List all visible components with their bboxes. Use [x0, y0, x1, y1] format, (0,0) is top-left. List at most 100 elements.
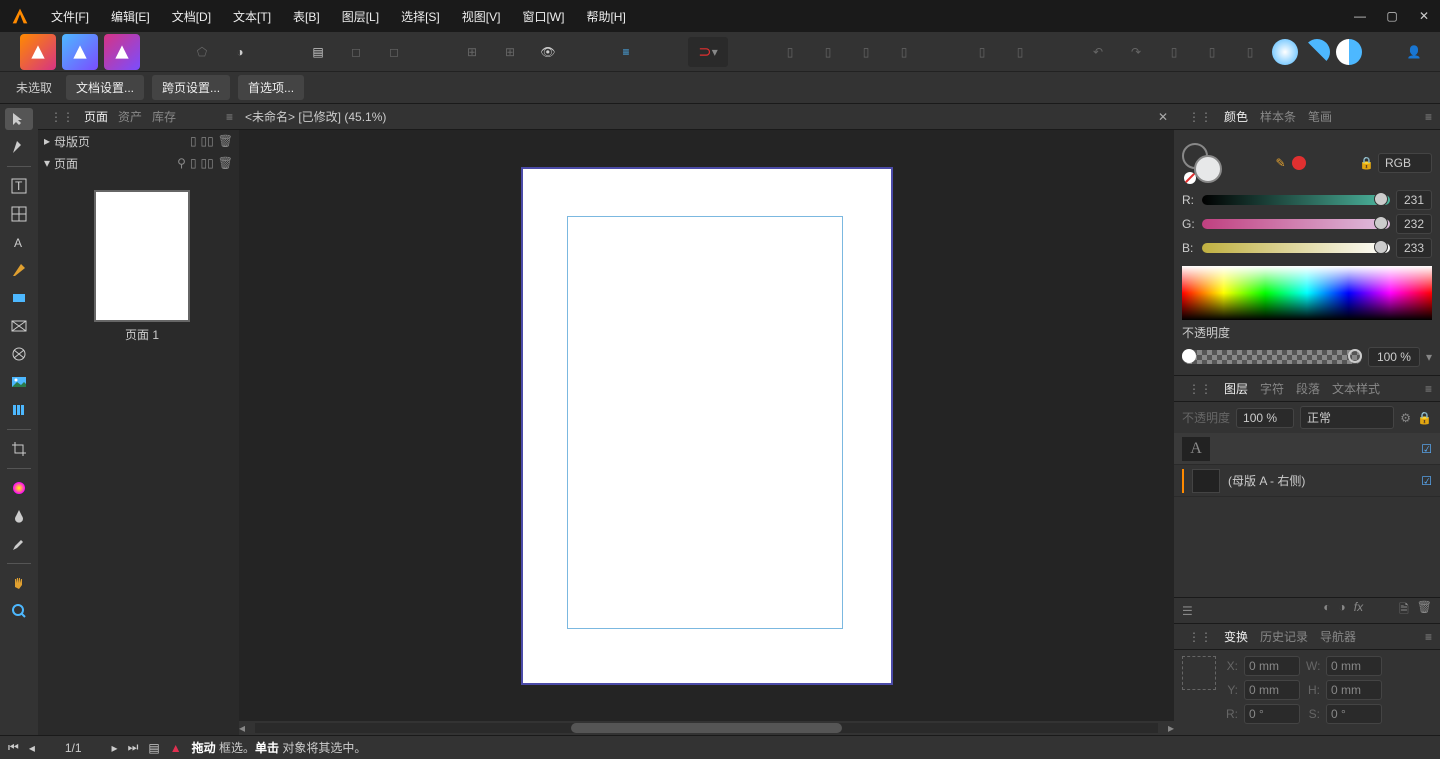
tab-character[interactable]: 字符: [1260, 380, 1284, 397]
tab-assets[interactable]: 资产: [118, 108, 142, 125]
tb-shape-icon[interactable]: ◻: [378, 37, 410, 67]
tb-preview-icon[interactable]: 👁: [532, 37, 564, 67]
visibility-checkbox[interactable]: ☑: [1421, 474, 1432, 488]
crop-tool[interactable]: [5, 438, 33, 460]
master-pages-row[interactable]: ▸ 母版页 ▯ ▯▯ 🗑: [38, 130, 239, 152]
panel-grip-icon[interactable]: ⋮⋮: [50, 110, 74, 124]
tab-transform[interactable]: 变换: [1224, 628, 1248, 645]
color-mode-select[interactable]: RGB: [1378, 153, 1432, 173]
delete-layer-icon[interactable]: 🗑: [1417, 600, 1432, 621]
layer-opacity-select[interactable]: 100 %: [1236, 408, 1294, 428]
tab-swatches[interactable]: 样本条: [1260, 108, 1296, 125]
persona-designer-icon[interactable]: [62, 34, 98, 70]
layers-icon[interactable]: ☰: [1182, 604, 1193, 618]
adjust-icon[interactable]: ◑: [1339, 600, 1346, 621]
add-layer-icon[interactable]: 🗎: [1399, 600, 1409, 621]
artistic-text-tool[interactable]: A: [5, 231, 33, 253]
tb-forward-icon[interactable]: ▯: [850, 37, 882, 67]
panel-grip-icon[interactable]: ⋮⋮: [1188, 110, 1212, 124]
opacity-slider[interactable]: [1182, 350, 1362, 364]
transparency-tool[interactable]: [5, 505, 33, 527]
menu-window[interactable]: 窗口[W]: [511, 0, 575, 32]
tb-rotate-l-icon[interactable]: ↶: [1082, 37, 1114, 67]
page-1-thumbnail[interactable]: [94, 190, 190, 322]
blend-mode-select[interactable]: 正常: [1300, 406, 1394, 429]
tb-lock-icon[interactable]: ⊞: [494, 37, 526, 67]
menu-help[interactable]: 帮助[H]: [575, 0, 636, 32]
anchor-selector[interactable]: [1182, 656, 1216, 690]
tb-snap-toggle[interactable]: ⊃▾: [688, 37, 728, 67]
single-page-icon[interactable]: ▯: [190, 156, 197, 170]
hue-spectrum[interactable]: [1182, 266, 1432, 320]
swatch-2-icon[interactable]: [1304, 39, 1330, 65]
panel-menu-icon[interactable]: ≡: [1425, 630, 1432, 644]
tab-layers[interactable]: 图层: [1224, 380, 1248, 397]
maximize-button[interactable]: ▢: [1376, 0, 1408, 32]
next-page-icon[interactable]: ▸: [112, 741, 118, 755]
delete-icon[interactable]: 🗑: [218, 156, 233, 170]
b-slider[interactable]: [1202, 243, 1390, 253]
rectangle-tool[interactable]: [5, 287, 33, 309]
account-icon[interactable]: 👤: [1398, 37, 1430, 67]
tab-color[interactable]: 颜色: [1224, 108, 1248, 125]
tab-stock[interactable]: 库存: [152, 108, 176, 125]
r-input[interactable]: 0 °: [1244, 704, 1300, 724]
preferences-button[interactable]: 首选项...: [238, 75, 304, 100]
facing-page-icon[interactable]: ▯▯: [201, 134, 214, 148]
tab-text-styles[interactable]: 文本样式: [1332, 380, 1380, 397]
picture-frame-tool[interactable]: [5, 315, 33, 337]
swatch-1-icon[interactable]: [1272, 39, 1298, 65]
menu-file[interactable]: 文件[F]: [40, 0, 100, 32]
tb-align-icon[interactable]: ≡: [610, 37, 642, 67]
layer-row-text[interactable]: A ☑: [1174, 433, 1440, 465]
hand-tool[interactable]: [5, 572, 33, 594]
tb-more-icon[interactable]: ▯: [1234, 37, 1266, 67]
tb-baseline-icon[interactable]: ▤: [302, 37, 334, 67]
zoom-tool[interactable]: [5, 600, 33, 622]
spread-settings-button[interactable]: 跨页设置...: [152, 75, 230, 100]
place-image-tool[interactable]: [5, 371, 33, 393]
tb-group-icon[interactable]: ▯: [1158, 37, 1190, 67]
close-document-icon[interactable]: ✕: [1158, 110, 1168, 124]
layer-row-master[interactable]: (母版 A - 右侧) ☑: [1174, 465, 1440, 497]
none-color-icon[interactable]: [1184, 172, 1196, 184]
g-value[interactable]: 232: [1396, 214, 1432, 234]
mask-icon[interactable]: ◐: [1323, 600, 1330, 621]
facing-page-icon[interactable]: ▯▯: [201, 156, 214, 170]
prev-page-icon[interactable]: ◂: [29, 741, 35, 755]
recent-color-icon[interactable]: [1292, 156, 1306, 170]
w-input[interactable]: 0 mm: [1326, 656, 1382, 676]
table-tool[interactable]: [5, 203, 33, 225]
data-merge-tool[interactable]: [5, 399, 33, 421]
tb-back-icon[interactable]: ▯: [774, 37, 806, 67]
visibility-checkbox[interactable]: ☑: [1421, 442, 1432, 456]
tab-stroke[interactable]: 笔画: [1308, 108, 1332, 125]
opacity-dropdown-icon[interactable]: ▾: [1426, 350, 1432, 364]
s-input[interactable]: 0 °: [1326, 704, 1382, 724]
frame-text-tool[interactable]: T: [5, 175, 33, 197]
tab-pages[interactable]: 页面: [84, 108, 108, 125]
r-value[interactable]: 231: [1396, 190, 1432, 210]
document-tab[interactable]: <未命名> [已修改] (45.1%): [245, 108, 386, 125]
single-page-icon[interactable]: ▯: [190, 134, 197, 148]
horizontal-scrollbar[interactable]: ◂ ▸: [239, 721, 1174, 735]
x-input[interactable]: 0 mm: [1244, 656, 1300, 676]
g-slider[interactable]: [1202, 219, 1390, 229]
tab-paragraph[interactable]: 段落: [1296, 380, 1320, 397]
last-page-icon[interactable]: ⏭: [128, 740, 139, 755]
tb-lock-children-icon[interactable]: ⊞: [456, 37, 488, 67]
minimize-button[interactable]: —: [1344, 0, 1376, 32]
menu-document[interactable]: 文档[D]: [161, 0, 222, 32]
h-input[interactable]: 0 mm: [1326, 680, 1382, 700]
find-icon[interactable]: ⚲: [177, 156, 186, 170]
node-tool[interactable]: [5, 136, 33, 158]
panel-grip-icon[interactable]: ⋮⋮: [1188, 382, 1212, 396]
ellipse-frame-tool[interactable]: [5, 343, 33, 365]
opacity-value[interactable]: 100 %: [1368, 347, 1420, 367]
doc-settings-button[interactable]: 文档设置...: [66, 75, 144, 100]
panel-menu-icon[interactable]: ≡: [1425, 110, 1432, 124]
tb-flipv-icon[interactable]: ▯: [1004, 37, 1036, 67]
first-page-icon[interactable]: ⏮: [8, 740, 19, 755]
panel-grip-icon[interactable]: ⋮⋮: [1188, 630, 1212, 644]
close-button[interactable]: ✕: [1408, 0, 1440, 32]
